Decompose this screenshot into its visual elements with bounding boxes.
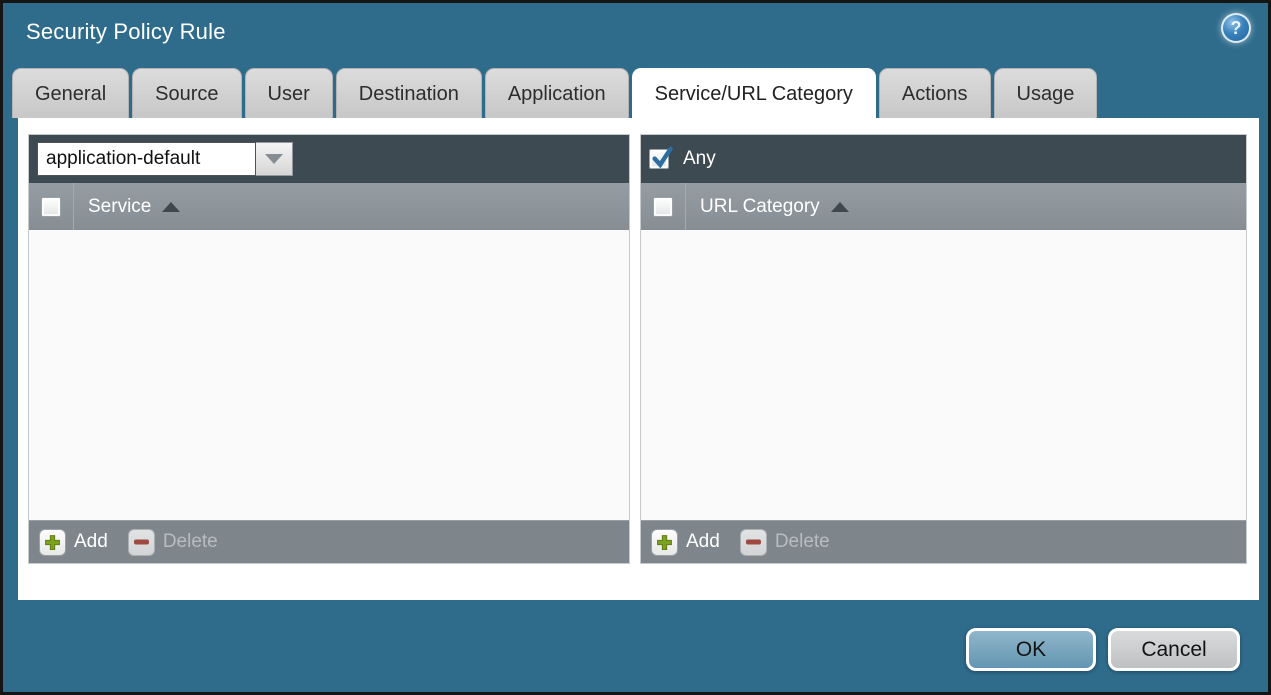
add-button-label: Add <box>74 531 108 552</box>
service-delete-button[interactable]: Delete <box>127 528 218 556</box>
minus-icon <box>127 528 155 556</box>
any-checkbox[interactable] <box>649 146 673 169</box>
help-icon[interactable]: ? <box>1221 13 1251 43</box>
url-category-list <box>641 230 1246 520</box>
tab-application[interactable]: Application <box>484 68 629 118</box>
service-column-header[interactable]: Service <box>29 183 629 230</box>
url-category-select-all-checkbox[interactable] <box>653 196 673 217</box>
tab-content-panel: application-default Service Add Delete A… <box>18 118 1259 600</box>
url-category-add-button[interactable]: Add <box>651 528 720 556</box>
dialog-title: Security Policy Rule <box>26 19 226 44</box>
ok-button[interactable]: OK <box>966 628 1096 671</box>
url-category-panel-footer: Add Delete <box>641 520 1246 563</box>
help-glyph: ? <box>1230 17 1242 38</box>
service-panel-header: application-default <box>29 135 629 183</box>
chevron-down-icon <box>265 154 283 164</box>
tab-destination[interactable]: Destination <box>335 68 482 118</box>
tab-usage[interactable]: Usage <box>993 68 1098 118</box>
service-column-label: Service <box>88 195 152 217</box>
service-panel: application-default Service Add Delete <box>28 134 630 564</box>
sort-ascending-icon <box>830 201 849 212</box>
delete-button-label: Delete <box>774 531 830 552</box>
url-category-select-all-cell <box>641 183 686 230</box>
tab-user[interactable]: User <box>244 68 333 118</box>
tab-bar: General Source User Destination Applicat… <box>12 68 1098 121</box>
service-add-button[interactable]: Add <box>39 528 108 556</box>
add-button-label: Add <box>686 531 720 552</box>
any-row: Any <box>649 146 716 170</box>
dialog-titlebar: Security Policy Rule ? <box>3 3 1268 65</box>
plus-icon <box>39 528 66 556</box>
url-category-column-header[interactable]: URL Category <box>641 183 1246 230</box>
tab-actions[interactable]: Actions <box>878 68 991 118</box>
sort-ascending-icon <box>162 201 181 212</box>
service-select-all-cell <box>29 183 74 230</box>
service-list <box>29 230 629 520</box>
url-category-delete-button[interactable]: Delete <box>739 528 830 556</box>
any-checkbox-label: Any <box>683 148 716 169</box>
delete-button-label: Delete <box>162 531 218 552</box>
service-panel-footer: Add Delete <box>29 520 629 563</box>
url-category-column-label: URL Category <box>700 195 820 217</box>
security-policy-rule-dialog: Security Policy Rule ? General Source Us… <box>0 0 1271 695</box>
service-type-input[interactable]: application-default <box>37 142 256 176</box>
tab-source[interactable]: Source <box>132 68 242 118</box>
tab-general[interactable]: General <box>12 68 130 118</box>
service-select-all-checkbox[interactable] <box>41 196 61 217</box>
service-type-combo: application-default <box>37 142 293 176</box>
url-category-panel: Any URL Category Add Delete <box>640 134 1247 564</box>
cancel-button[interactable]: Cancel <box>1108 628 1240 671</box>
service-type-dropdown-button[interactable] <box>256 142 293 176</box>
tab-service-url-category[interactable]: Service/URL Category <box>631 68 876 121</box>
url-category-panel-header: Any <box>641 135 1246 183</box>
plus-icon <box>651 528 678 556</box>
minus-icon <box>739 528 767 556</box>
